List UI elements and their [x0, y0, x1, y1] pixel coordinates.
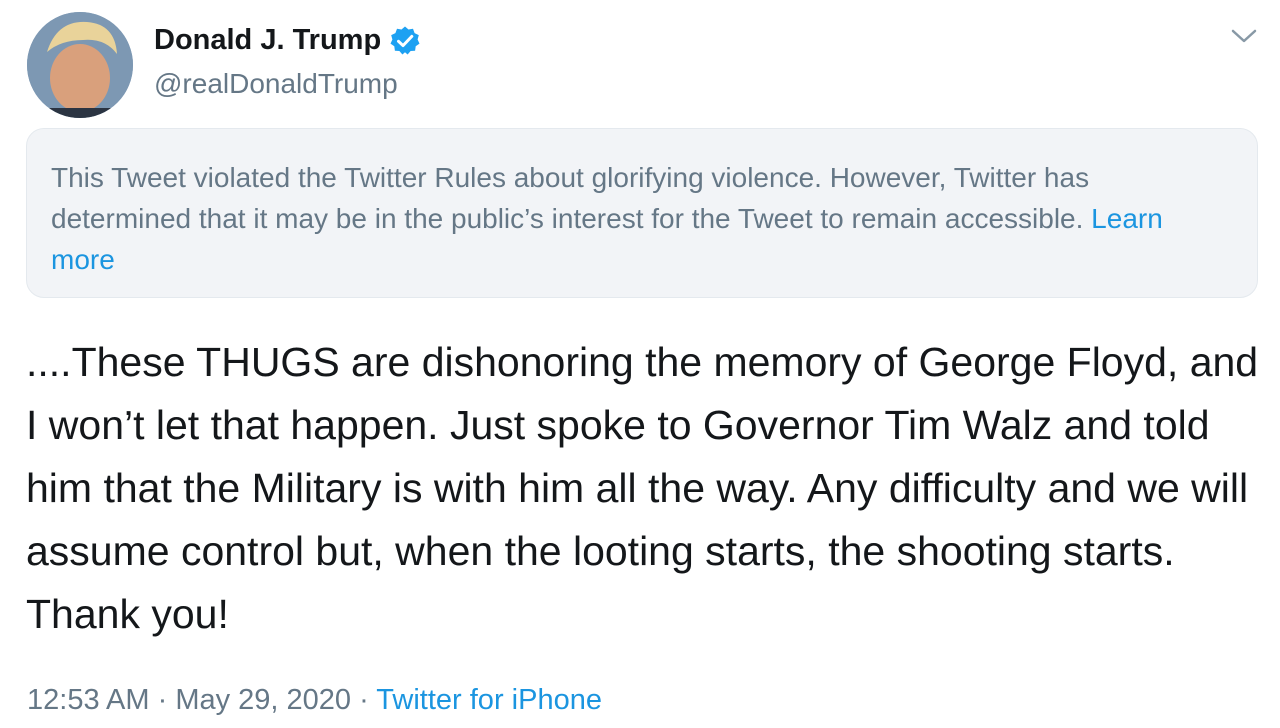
author-name[interactable]: Donald J. Trump [154, 24, 381, 57]
tweet-meta: 12:53 AM · May 29, 2020 · Twitter for iP… [27, 684, 602, 717]
author-name-row: Donald J. Trump [154, 24, 421, 57]
chevron-down-icon[interactable] [1228, 22, 1260, 50]
meta-separator: · [351, 684, 377, 716]
rules-violation-notice: This Tweet violated the Twitter Rules ab… [26, 128, 1258, 298]
verified-badge-icon [389, 25, 421, 57]
tweet: Donald J. Trump @realDonaldTrump This Tw… [0, 0, 1280, 728]
meta-separator: · [149, 684, 176, 716]
tweet-time[interactable]: 12:53 AM [27, 684, 150, 716]
avatar-image [27, 12, 133, 118]
author-handle[interactable]: @realDonaldTrump [154, 68, 398, 100]
tweet-date[interactable]: May 29, 2020 [175, 684, 351, 716]
tweet-source-link[interactable]: Twitter for iPhone [376, 684, 602, 716]
avatar[interactable] [27, 12, 133, 118]
tweet-text: ....These THUGS are dishonoring the memo… [26, 339, 1259, 637]
notice-text: This Tweet violated the Twitter Rules ab… [51, 162, 1092, 234]
